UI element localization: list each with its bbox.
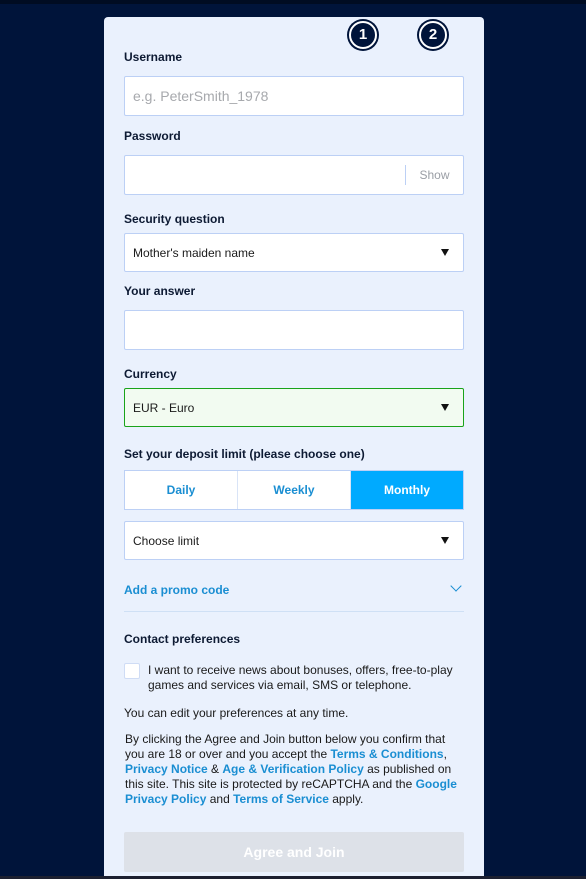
caret-down-icon — [441, 537, 449, 544]
terms-conditions-link[interactable]: Terms & Conditions — [330, 747, 443, 761]
top-bar — [0, 0, 586, 4]
username-field[interactable] — [124, 76, 464, 116]
legal-text-part: , — [443, 747, 447, 761]
username-label: Username — [124, 50, 183, 64]
marketing-consent-label: I want to receive news about bonuses, of… — [148, 663, 453, 692]
password-field[interactable]: Show — [124, 155, 464, 195]
agree-and-join-button[interactable]: Agree and Join — [124, 832, 464, 872]
username-input[interactable] — [133, 88, 463, 104]
legal-text: By clicking the Agree and Join button be… — [125, 732, 465, 807]
divider — [124, 611, 464, 612]
answer-label: Your answer — [124, 284, 196, 298]
password-label: Password — [124, 129, 181, 143]
contact-preferences-heading: Contact preferences — [124, 632, 241, 646]
security-question-select[interactable]: Mother's maiden name — [124, 233, 464, 272]
terms-of-service-link[interactable]: Terms of Service — [233, 792, 329, 806]
tab-weekly[interactable]: Weekly — [238, 471, 351, 509]
caret-down-icon — [441, 249, 449, 256]
legal-text-part: and — [206, 792, 234, 806]
legal-text-part: apply. — [328, 792, 364, 806]
security-question-label: Security question — [124, 212, 225, 226]
currency-value: EUR - Euro — [133, 400, 195, 415]
chevron-down-icon — [450, 580, 462, 592]
deposit-limit-label: Set your deposit limit (please choose on… — [124, 447, 365, 461]
deposit-period-tabs: Daily Weekly Monthly — [124, 470, 464, 510]
registration-form: 1 2 Username Password Show Security ques… — [104, 17, 484, 879]
age-verification-link[interactable]: Age & Verification Policy — [222, 762, 363, 776]
currency-label: Currency — [124, 367, 177, 381]
promo-code-toggle[interactable]: Add a promo code — [124, 580, 464, 597]
privacy-notice-link[interactable]: Privacy Notice — [125, 762, 208, 776]
preferences-note: You can edit your preferences at any tim… — [124, 706, 349, 720]
answer-input[interactable] — [133, 322, 463, 338]
step-1: 1 — [349, 21, 377, 49]
deposit-limit-value: Choose limit — [133, 533, 200, 548]
tab-monthly[interactable]: Monthly — [351, 471, 463, 509]
marketing-consent-checkbox[interactable] — [124, 663, 140, 679]
deposit-limit-select[interactable]: Choose limit — [124, 521, 464, 560]
caret-down-icon — [441, 404, 449, 411]
security-question-value: Mother's maiden name — [133, 245, 255, 260]
tab-daily[interactable]: Daily — [125, 471, 238, 509]
show-password-button[interactable]: Show — [405, 165, 463, 185]
currency-select[interactable]: EUR - Euro — [124, 388, 464, 427]
step-2: 2 — [419, 21, 447, 49]
promo-code-label: Add a promo code — [124, 583, 230, 597]
answer-field[interactable] — [124, 310, 464, 350]
legal-text-part: & — [207, 762, 223, 776]
